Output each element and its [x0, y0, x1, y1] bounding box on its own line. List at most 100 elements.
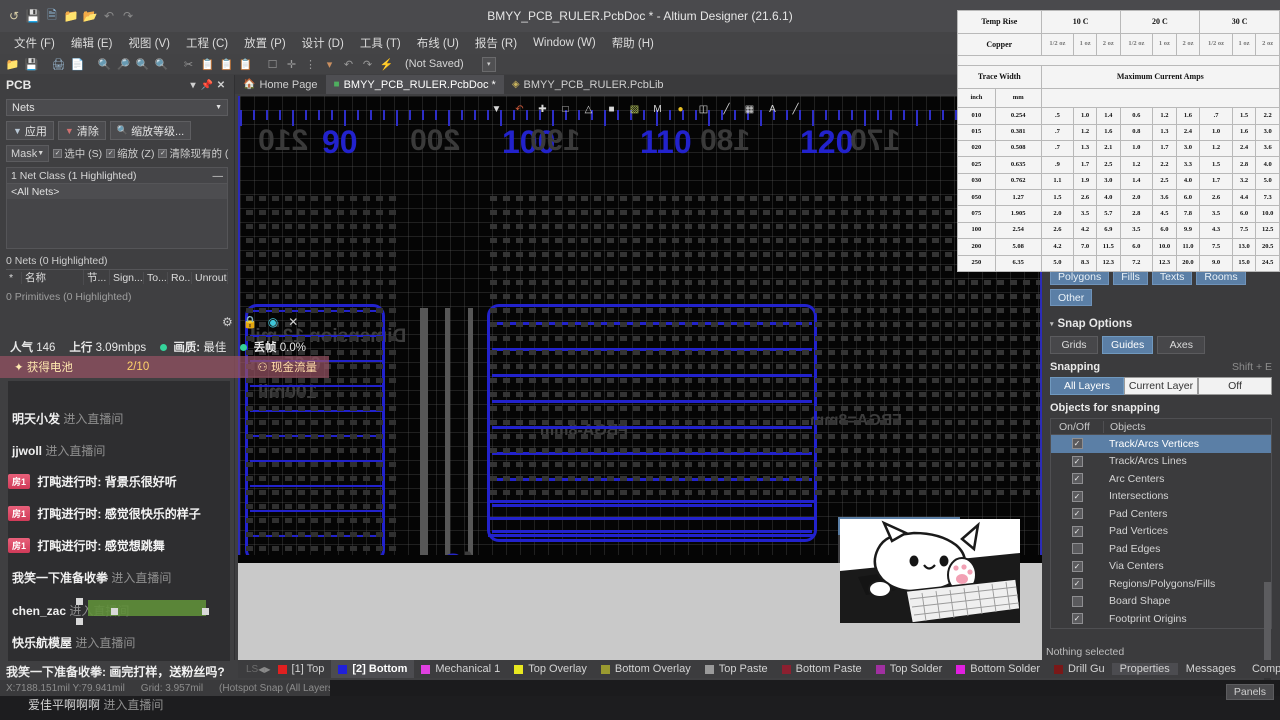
- table-row[interactable]: Pad Edges: [1051, 540, 1271, 558]
- menu-project[interactable]: 工程 (C): [178, 33, 236, 53]
- selected-track-object[interactable]: [88, 600, 206, 616]
- layer-tab-top-overlay[interactable]: Top Overlay: [507, 660, 594, 678]
- save-document-icon[interactable]: 💾: [23, 56, 40, 72]
- net-class-list[interactable]: 1 Net Class (1 Highlighted) — <All Nets>: [6, 167, 228, 249]
- save-icon[interactable]: 💾: [25, 8, 41, 24]
- checkbox-zoom[interactable]: ✓ 缩放 (Z): [106, 146, 154, 161]
- scope-dropdown[interactable]: Nets ▼: [6, 99, 228, 116]
- layer-tab-bottom-paste[interactable]: Bottom Paste: [775, 660, 869, 678]
- snap-object-checkbox[interactable]: [1051, 595, 1103, 607]
- panels-button[interactable]: Panels: [1225, 684, 1274, 700]
- snap-object-checkbox[interactable]: ✓: [1051, 490, 1103, 502]
- layer-tab-top-solder[interactable]: Top Solder: [869, 660, 950, 678]
- checkbox-clear-existing[interactable]: ✓ 清除现有的 (: [158, 146, 228, 161]
- snap-object-checkbox[interactable]: ✓: [1051, 455, 1103, 467]
- table-row[interactable]: ✓ Via Centers: [1051, 558, 1271, 576]
- place-region-icon[interactable]: ▧: [625, 101, 644, 117]
- crosshair-icon[interactable]: ✚: [533, 101, 552, 117]
- snap-object-checkbox[interactable]: ✓: [1051, 613, 1103, 625]
- layer-tab-bottom-solder[interactable]: Bottom Solder: [949, 660, 1047, 678]
- place-via-icon[interactable]: ●: [671, 101, 690, 117]
- place-fill-icon[interactable]: ■: [602, 101, 621, 117]
- menu-reports[interactable]: 报告 (R): [467, 33, 525, 53]
- menu-help[interactable]: 帮助 (H): [604, 33, 662, 53]
- place-dimension-icon[interactable]: ╱: [717, 101, 736, 117]
- snap-mode-buttons[interactable]: Grids Guides Axes: [1050, 336, 1272, 354]
- snapping-off[interactable]: Off: [1198, 377, 1272, 395]
- snap-options-section-header[interactable]: ▾ Snap Options: [1050, 318, 1272, 330]
- table-row[interactable]: ✓ Intersections: [1051, 488, 1271, 506]
- paste-special-icon[interactable]: 📋: [237, 56, 254, 72]
- menu-tools[interactable]: 工具 (T): [352, 33, 409, 53]
- snap-object-checkbox[interactable]: ✓: [1051, 560, 1103, 572]
- snap-mode-grids[interactable]: Grids: [1050, 336, 1098, 354]
- checkbox-select[interactable]: ✓ 选中 (S): [53, 146, 102, 161]
- snap-object-checkbox[interactable]: ✓: [1051, 473, 1103, 485]
- zoom-document-icon[interactable]: 🔍: [96, 56, 113, 72]
- filter-icon[interactable]: ▼: [487, 101, 506, 117]
- snap-object-checkbox[interactable]: [1051, 543, 1103, 555]
- quick-access-toolbar[interactable]: ↺ 💾 🗎 📁 📂 ↶ ↷: [0, 8, 136, 24]
- tab-pcblib[interactable]: ◈ BMYY_PCB_RULER.PcbLib: [503, 75, 672, 94]
- snap-mode-guides[interactable]: Guides: [1102, 336, 1154, 354]
- table-row[interactable]: ✓ Track/Arcs Vertices: [1051, 435, 1271, 453]
- tab-home-page[interactable]: 🏠 Home Page: [235, 75, 326, 94]
- camera-icon[interactable]: ◉: [268, 315, 278, 329]
- menu-route[interactable]: 布线 (U): [409, 33, 467, 53]
- snap-mode-axes[interactable]: Axes: [1157, 336, 1206, 354]
- menu-place[interactable]: 放置 (P): [236, 33, 294, 53]
- open-project-icon[interactable]: 📂: [82, 8, 98, 24]
- measure-icon[interactable]: M: [648, 101, 667, 117]
- table-row[interactable]: ✓ Pad Vertices: [1051, 523, 1271, 541]
- toolbar-overflow-button[interactable]: ▾: [481, 56, 496, 72]
- table-row[interactable]: ✓ Footprint Origins: [1051, 610, 1271, 628]
- selection-handle[interactable]: [76, 618, 83, 625]
- table-row[interactable]: ✓ Track/Arcs Lines: [1051, 453, 1271, 471]
- place-polygon-icon[interactable]: △: [579, 101, 598, 117]
- table-row[interactable]: ✓ Regions/Polygons/Fills: [1051, 575, 1271, 593]
- stream-task-bar[interactable]: ✦ 获得电池 2/10 ⚇ 现金流量: [0, 356, 329, 378]
- select-area-icon[interactable]: ☐: [264, 56, 281, 72]
- pcb-canvas[interactable]: 90 100 110 120 210 200 190 180 170 Dimension 12 …: [238, 96, 1042, 563]
- redo-toolbar-icon[interactable]: ↷: [359, 56, 376, 72]
- open-document-icon[interactable]: 📁: [4, 56, 21, 72]
- snap-object-checkbox[interactable]: ✓: [1051, 578, 1103, 590]
- task-right[interactable]: ⚇ 现金流量: [257, 359, 317, 375]
- table-row[interactable]: Board Shape: [1051, 593, 1271, 611]
- collapse-icon[interactable]: —: [213, 170, 224, 182]
- panel-button-properties[interactable]: Properties: [1111, 663, 1178, 675]
- selection-handle[interactable]: [202, 608, 209, 615]
- chip-other[interactable]: Other: [1050, 289, 1093, 306]
- tab-pcbdoc[interactable]: ■ BMYY_PCB_RULER.PcbDoc *: [325, 75, 504, 94]
- layer-tab-2-bottom[interactable]: [2] Bottom: [331, 660, 415, 678]
- table-row[interactable]: ✓ Pad Centers: [1051, 505, 1271, 523]
- undo-toolbar-icon[interactable]: ↶: [340, 56, 357, 72]
- chevron-down-icon[interactable]: ▾: [186, 80, 200, 91]
- altium-logo-icon[interactable]: ↺: [6, 8, 22, 24]
- copy-icon[interactable]: 📋: [199, 56, 216, 72]
- snap-object-checkbox[interactable]: ✓: [1051, 525, 1103, 537]
- list-item[interactable]: <All Nets>: [7, 184, 227, 199]
- save-all-icon[interactable]: 🗎: [44, 8, 60, 24]
- menu-file[interactable]: 文件 (F): [6, 33, 63, 53]
- print-icon[interactable]: 🖨: [50, 56, 67, 72]
- align-icon[interactable]: ⋮: [302, 56, 319, 72]
- selection-handle[interactable]: [76, 598, 83, 605]
- place-rect-icon[interactable]: □: [556, 101, 575, 117]
- zoom-selected-icon[interactable]: 🔍: [153, 56, 170, 72]
- menu-view[interactable]: 视图 (V): [120, 33, 178, 53]
- layer-tab-bar[interactable]: LS ◀ ▶ [1] Top [2] Bottom Mechanical 1 Top …: [238, 660, 1280, 678]
- layer-tab-mechanical-1[interactable]: Mechanical 1: [414, 660, 507, 678]
- zoom-area-icon[interactable]: 🔍: [134, 56, 151, 72]
- undo-icon[interactable]: ↶: [101, 8, 117, 24]
- place-line-icon[interactable]: ╱: [786, 101, 805, 117]
- cut-icon[interactable]: ✂: [180, 56, 197, 72]
- clear-filter-icon[interactable]: ▾: [321, 56, 338, 72]
- mask-dropdown[interactable]: Mask ▼: [6, 145, 50, 162]
- place-3d-body-icon[interactable]: ◫: [694, 101, 713, 117]
- snapping-current-layer[interactable]: Current Layer: [1124, 377, 1198, 395]
- zoom-level-button[interactable]: 🔍 缩放等级...: [109, 121, 192, 140]
- cross-probe-icon[interactable]: ⚡: [378, 56, 395, 72]
- open-folder-icon[interactable]: 📁: [63, 8, 79, 24]
- menu-design[interactable]: 设计 (D): [294, 33, 352, 53]
